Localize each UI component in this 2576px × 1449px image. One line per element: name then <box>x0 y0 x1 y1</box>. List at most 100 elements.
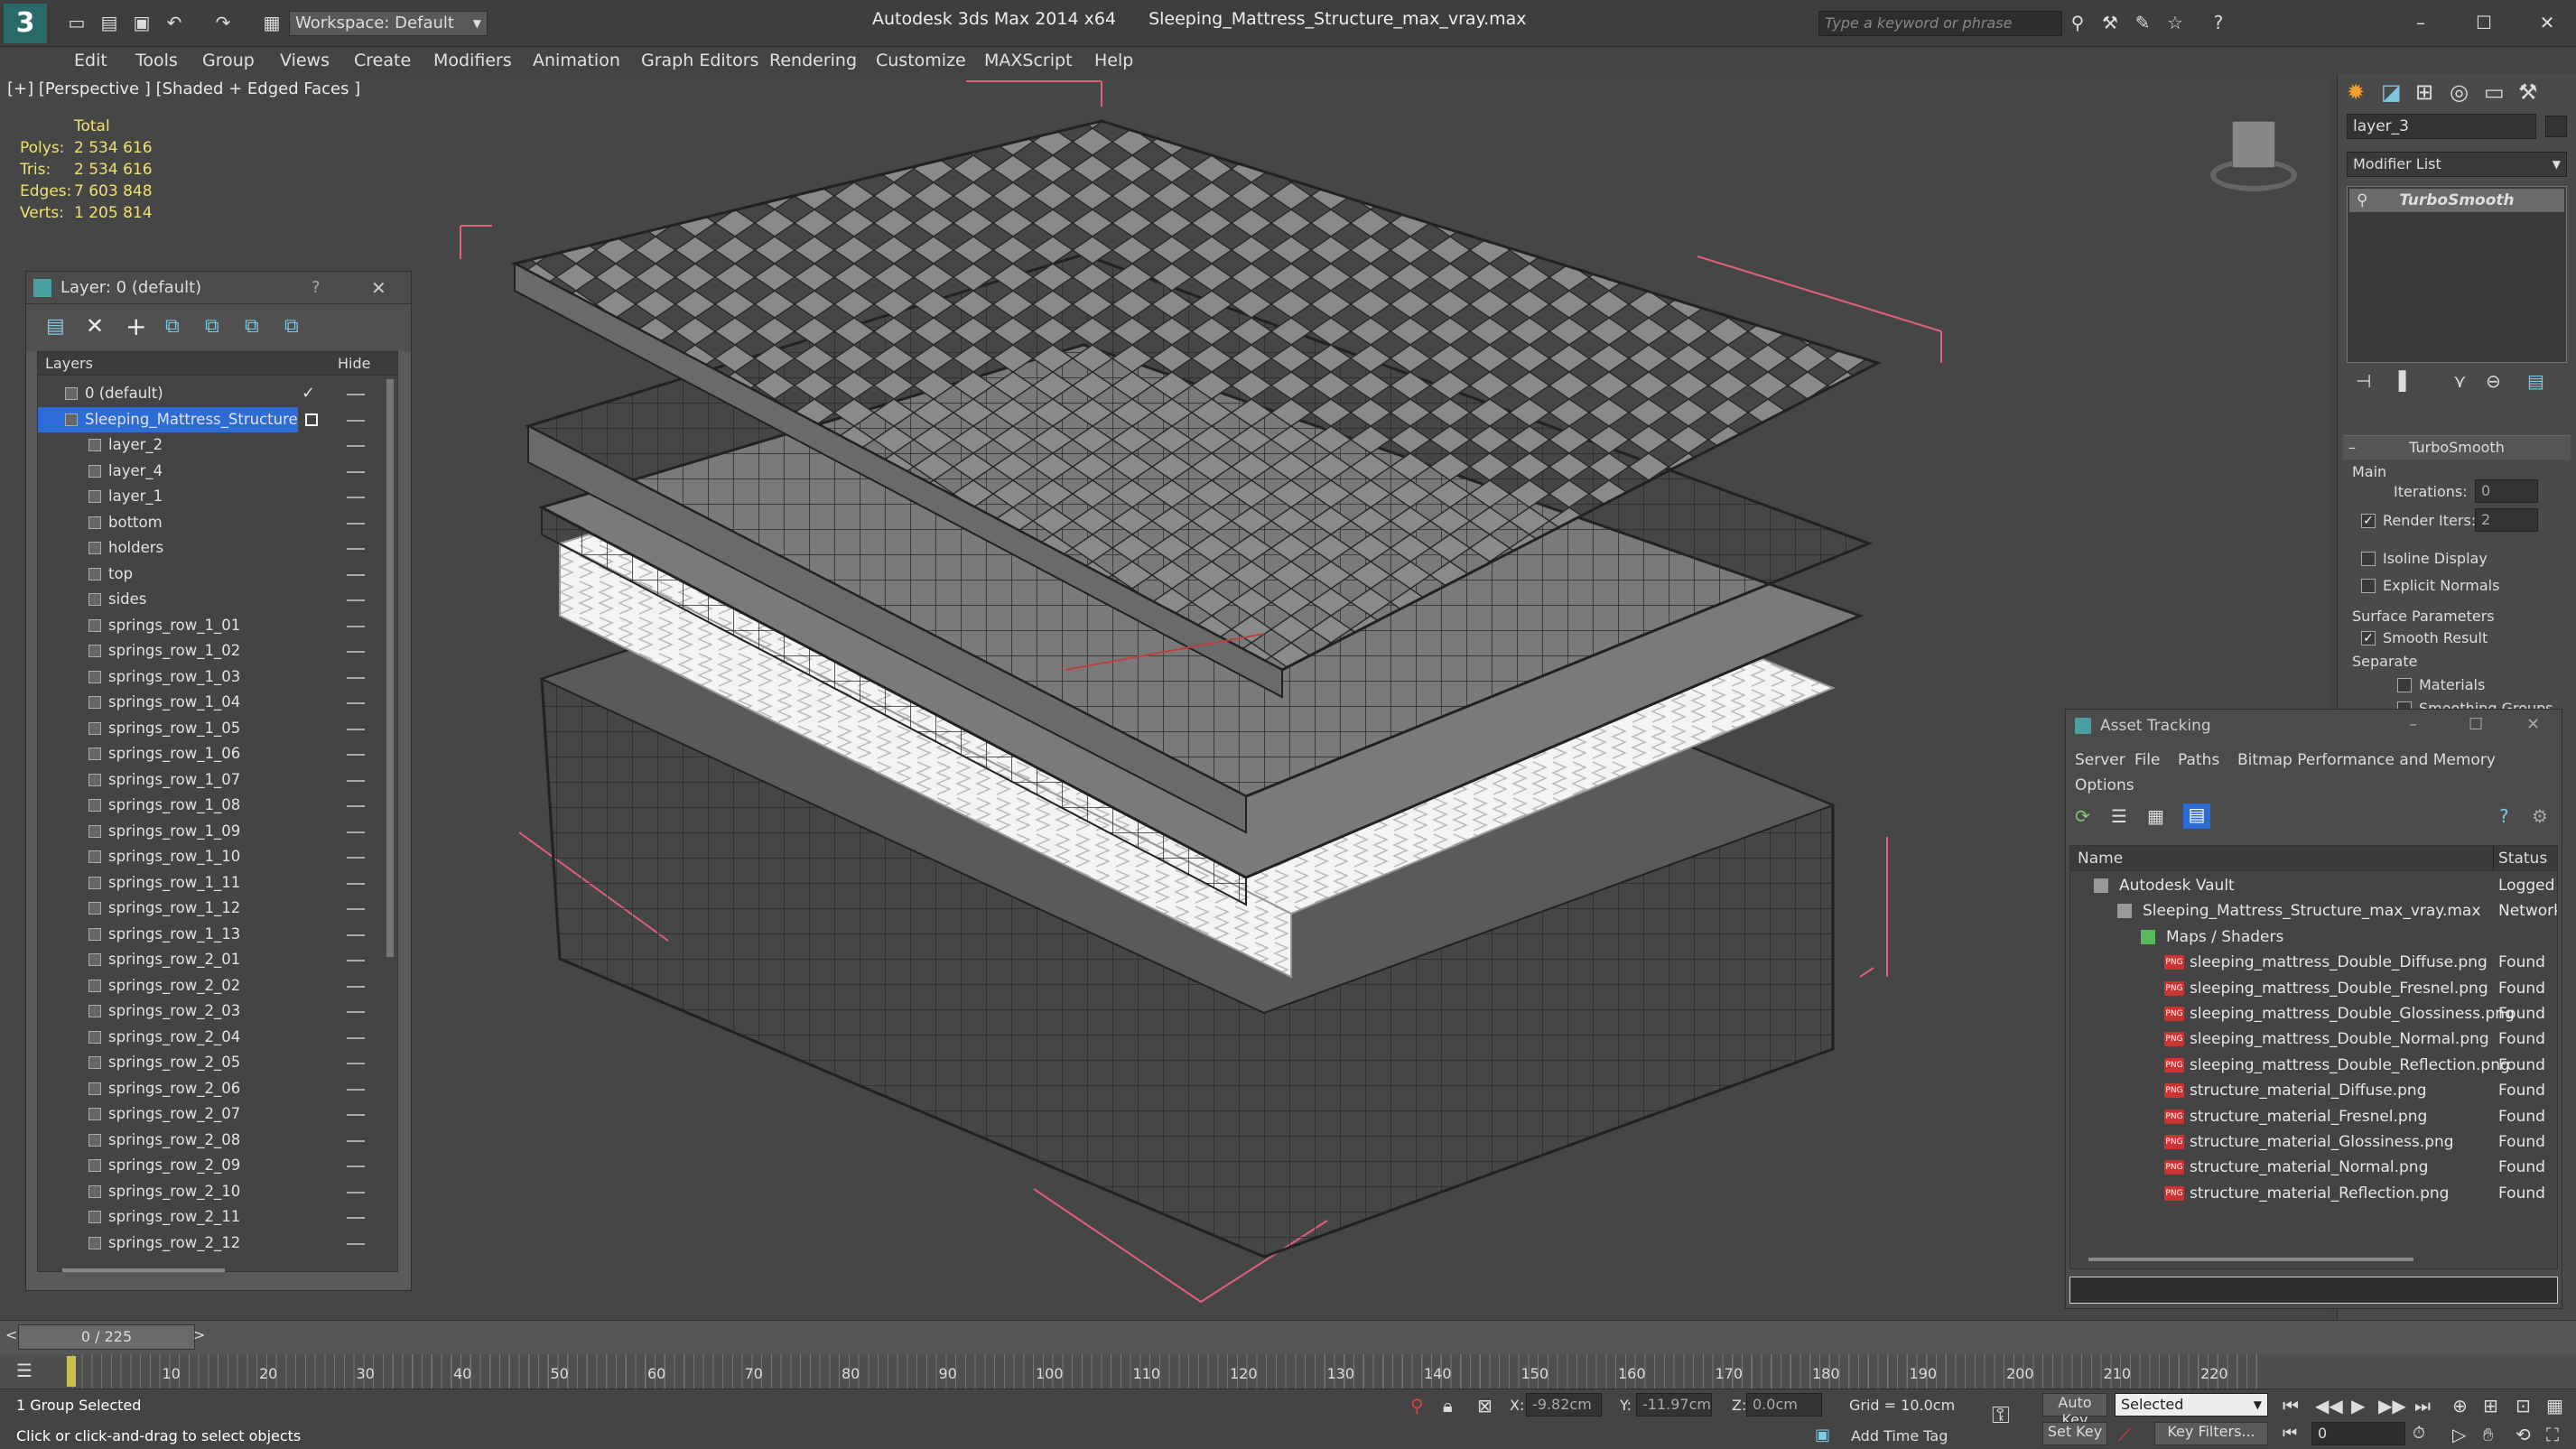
communication-icon[interactable]: ✎ <box>2131 11 2154 34</box>
asset-settings-icon[interactable]: ⚙ <box>2532 805 2548 827</box>
previous-frame-icon[interactable]: ◀◀ <box>2315 1395 2343 1416</box>
hide-toggle[interactable] <box>347 1217 365 1219</box>
asset-col-status[interactable]: Status <box>2498 850 2547 868</box>
absolute-mode-icon[interactable]: ⊠ <box>1477 1395 1493 1416</box>
col-layers-label[interactable]: Layers <box>45 355 93 372</box>
layer-row[interactable]: springs_row_1_05 <box>38 716 397 742</box>
asset-row[interactable]: Sleeping_Mattress_Structure_max_vray.max… <box>2070 898 2557 924</box>
time-slider-next-icon[interactable]: > <box>193 1326 205 1343</box>
hide-toggle[interactable] <box>347 831 365 833</box>
object-name-field[interactable]: layer_3 <box>2347 114 2536 139</box>
layer-row[interactable]: springs_row_1_11 <box>38 870 397 896</box>
layer-row[interactable]: holders <box>38 535 397 562</box>
table-view-icon[interactable]: ▤ <box>2183 803 2210 829</box>
hide-toggle[interactable] <box>347 1063 365 1064</box>
set-key-button[interactable]: Set Key <box>2042 1422 2107 1445</box>
favorites-star-icon[interactable]: ☆ <box>2163 11 2187 34</box>
mini-curve-editor-icon[interactable]: ☰ <box>16 1360 33 1381</box>
track-bar[interactable]: ☰ <box>0 1354 2576 1389</box>
new-file-icon[interactable]: ▭ <box>65 11 88 34</box>
hide-toggle[interactable] <box>347 728 365 730</box>
asset-col-divider[interactable] <box>2493 846 2494 871</box>
asset-row[interactable]: PNG sleeping_mattress_Double_Normal.png Fo… <box>2070 1026 2553 1052</box>
layer-row[interactable]: springs_row_1_02 <box>38 638 397 664</box>
save-file-icon[interactable]: ▣ <box>130 11 153 34</box>
zoom-extents-all-icon[interactable]: ▦ <box>2546 1395 2563 1416</box>
asset-horizontal-scrollbar[interactable] <box>2088 1258 2413 1261</box>
hide-toggle[interactable] <box>347 625 365 627</box>
next-frame-icon[interactable]: ▶▶ <box>2378 1395 2406 1416</box>
asset-close-icon[interactable]: ✕ <box>2526 715 2540 734</box>
layer-row[interactable]: springs_row_1_03 <box>38 664 397 691</box>
make-unique-icon[interactable]: ⋎ <box>2453 370 2467 392</box>
hide-toggle[interactable] <box>347 497 365 498</box>
hide-toggle[interactable] <box>347 445 365 447</box>
maximize-viewport-icon[interactable]: ⛶ <box>2546 1424 2559 1445</box>
layer-row[interactable]: springs_row_1_10 <box>38 844 397 870</box>
layer-row[interactable]: springs_row_2_01 <box>38 947 397 973</box>
utilities-tab-icon[interactable]: ⚒ <box>2518 79 2538 105</box>
binoculars-icon[interactable]: ⚲ <box>2066 11 2089 34</box>
hide-toggle[interactable] <box>347 1242 365 1245</box>
go-to-end-icon[interactable]: ⏭ <box>2414 1395 2431 1416</box>
asset-maximize-icon[interactable]: ☐ <box>2469 715 2483 734</box>
menu-animation[interactable]: Animation <box>533 51 620 70</box>
hide-toggle[interactable] <box>347 548 365 550</box>
hide-toggle[interactable] <box>347 933 365 936</box>
isolate-selection-icon[interactable]: ⚲ <box>1410 1395 1424 1416</box>
redo-icon[interactable]: ↷ <box>211 11 235 34</box>
add-to-layer-icon[interactable]: + <box>126 311 146 341</box>
layer-row[interactable]: layer_2 <box>38 432 397 459</box>
layer-row[interactable]: 0 (default) ✓ <box>38 381 397 407</box>
menu-edit[interactable]: Edit <box>74 51 107 70</box>
hide-toggle[interactable] <box>347 702 365 704</box>
subscription-icon[interactable]: ⚒ <box>2098 11 2122 34</box>
layer-row[interactable]: layer_1 <box>38 484 397 510</box>
layer-row[interactable]: bottom <box>38 510 397 536</box>
project-folder-icon[interactable]: ▦ <box>260 11 284 34</box>
list-view-icon[interactable]: ☰ <box>2111 805 2127 827</box>
asset-minimize-icon[interactable]: – <box>2409 715 2417 734</box>
layer-row[interactable]: springs_row_1_06 <box>38 741 397 767</box>
layer-panel-close-icon[interactable]: ✕ <box>371 277 386 299</box>
open-file-icon[interactable]: ▤ <box>98 11 121 34</box>
current-layer-check-icon[interactable]: ✓ <box>302 381 315 406</box>
hide-toggle[interactable] <box>347 470 365 473</box>
hide-toggle[interactable] <box>347 857 365 859</box>
asset-row[interactable]: PNG sleeping_mattress_Double_Diffuse.png F… <box>2070 950 2553 975</box>
hide-toggle[interactable] <box>347 573 365 576</box>
default-in-out-tangent-icon[interactable]: ⟋ <box>2118 1424 2131 1445</box>
iterations-spinner[interactable]: 0 <box>2475 479 2538 503</box>
hide-toggle[interactable] <box>347 1011 365 1013</box>
modify-tab-icon[interactable]: ◪ <box>2381 79 2402 105</box>
delete-layer-icon[interactable]: ✕ <box>86 313 104 339</box>
set-current-layer-icon[interactable] <box>305 413 318 426</box>
current-frame-marker[interactable] <box>67 1356 76 1387</box>
hide-toggle[interactable] <box>347 419 365 422</box>
create-layer-icon[interactable]: ▤ <box>46 315 65 338</box>
layer-horizontal-scrollbar[interactable] <box>62 1268 225 1272</box>
hide-toggle[interactable] <box>347 779 365 782</box>
key-set-dropdown[interactable]: Selected ▼ <box>2115 1393 2268 1416</box>
asset-row[interactable]: Autodesk Vault Logged <box>2070 873 2554 898</box>
rollout-header[interactable]: – TurboSmooth <box>2343 436 2571 460</box>
undo-icon[interactable]: ↶ <box>163 11 186 34</box>
layer-row[interactable]: springs_row_1_13 <box>38 922 397 948</box>
object-color-swatch[interactable] <box>2545 116 2567 137</box>
hide-toggle[interactable] <box>347 960 365 961</box>
layer-row[interactable]: springs_row_2_04 <box>38 1025 397 1051</box>
layer-row[interactable]: Sleeping_Mattress_Structure <box>38 406 365 432</box>
refresh-icon[interactable]: ⟳ <box>2075 805 2090 827</box>
layer-row[interactable]: springs_row_1_08 <box>38 793 397 819</box>
hide-toggle[interactable] <box>347 599 365 601</box>
asset-row[interactable]: PNG structure_material_Diffuse.png Found <box>2070 1078 2553 1103</box>
pan-view-icon[interactable]: ✋︎ <box>2483 1424 2493 1445</box>
hide-toggle[interactable] <box>347 651 365 653</box>
configure-modifier-sets-icon[interactable]: ▤ <box>2527 370 2544 392</box>
render-iters-spinner[interactable]: 2 <box>2475 508 2538 532</box>
select-objects-icon[interactable]: ⧉ <box>165 315 180 338</box>
go-to-start-icon[interactable]: ⏮ <box>2283 1395 2299 1416</box>
hide-toggle[interactable] <box>347 1036 365 1039</box>
layer-row[interactable]: springs_row_2_12 <box>38 1231 397 1257</box>
layer-row[interactable]: springs_row_1_12 <box>38 896 397 922</box>
